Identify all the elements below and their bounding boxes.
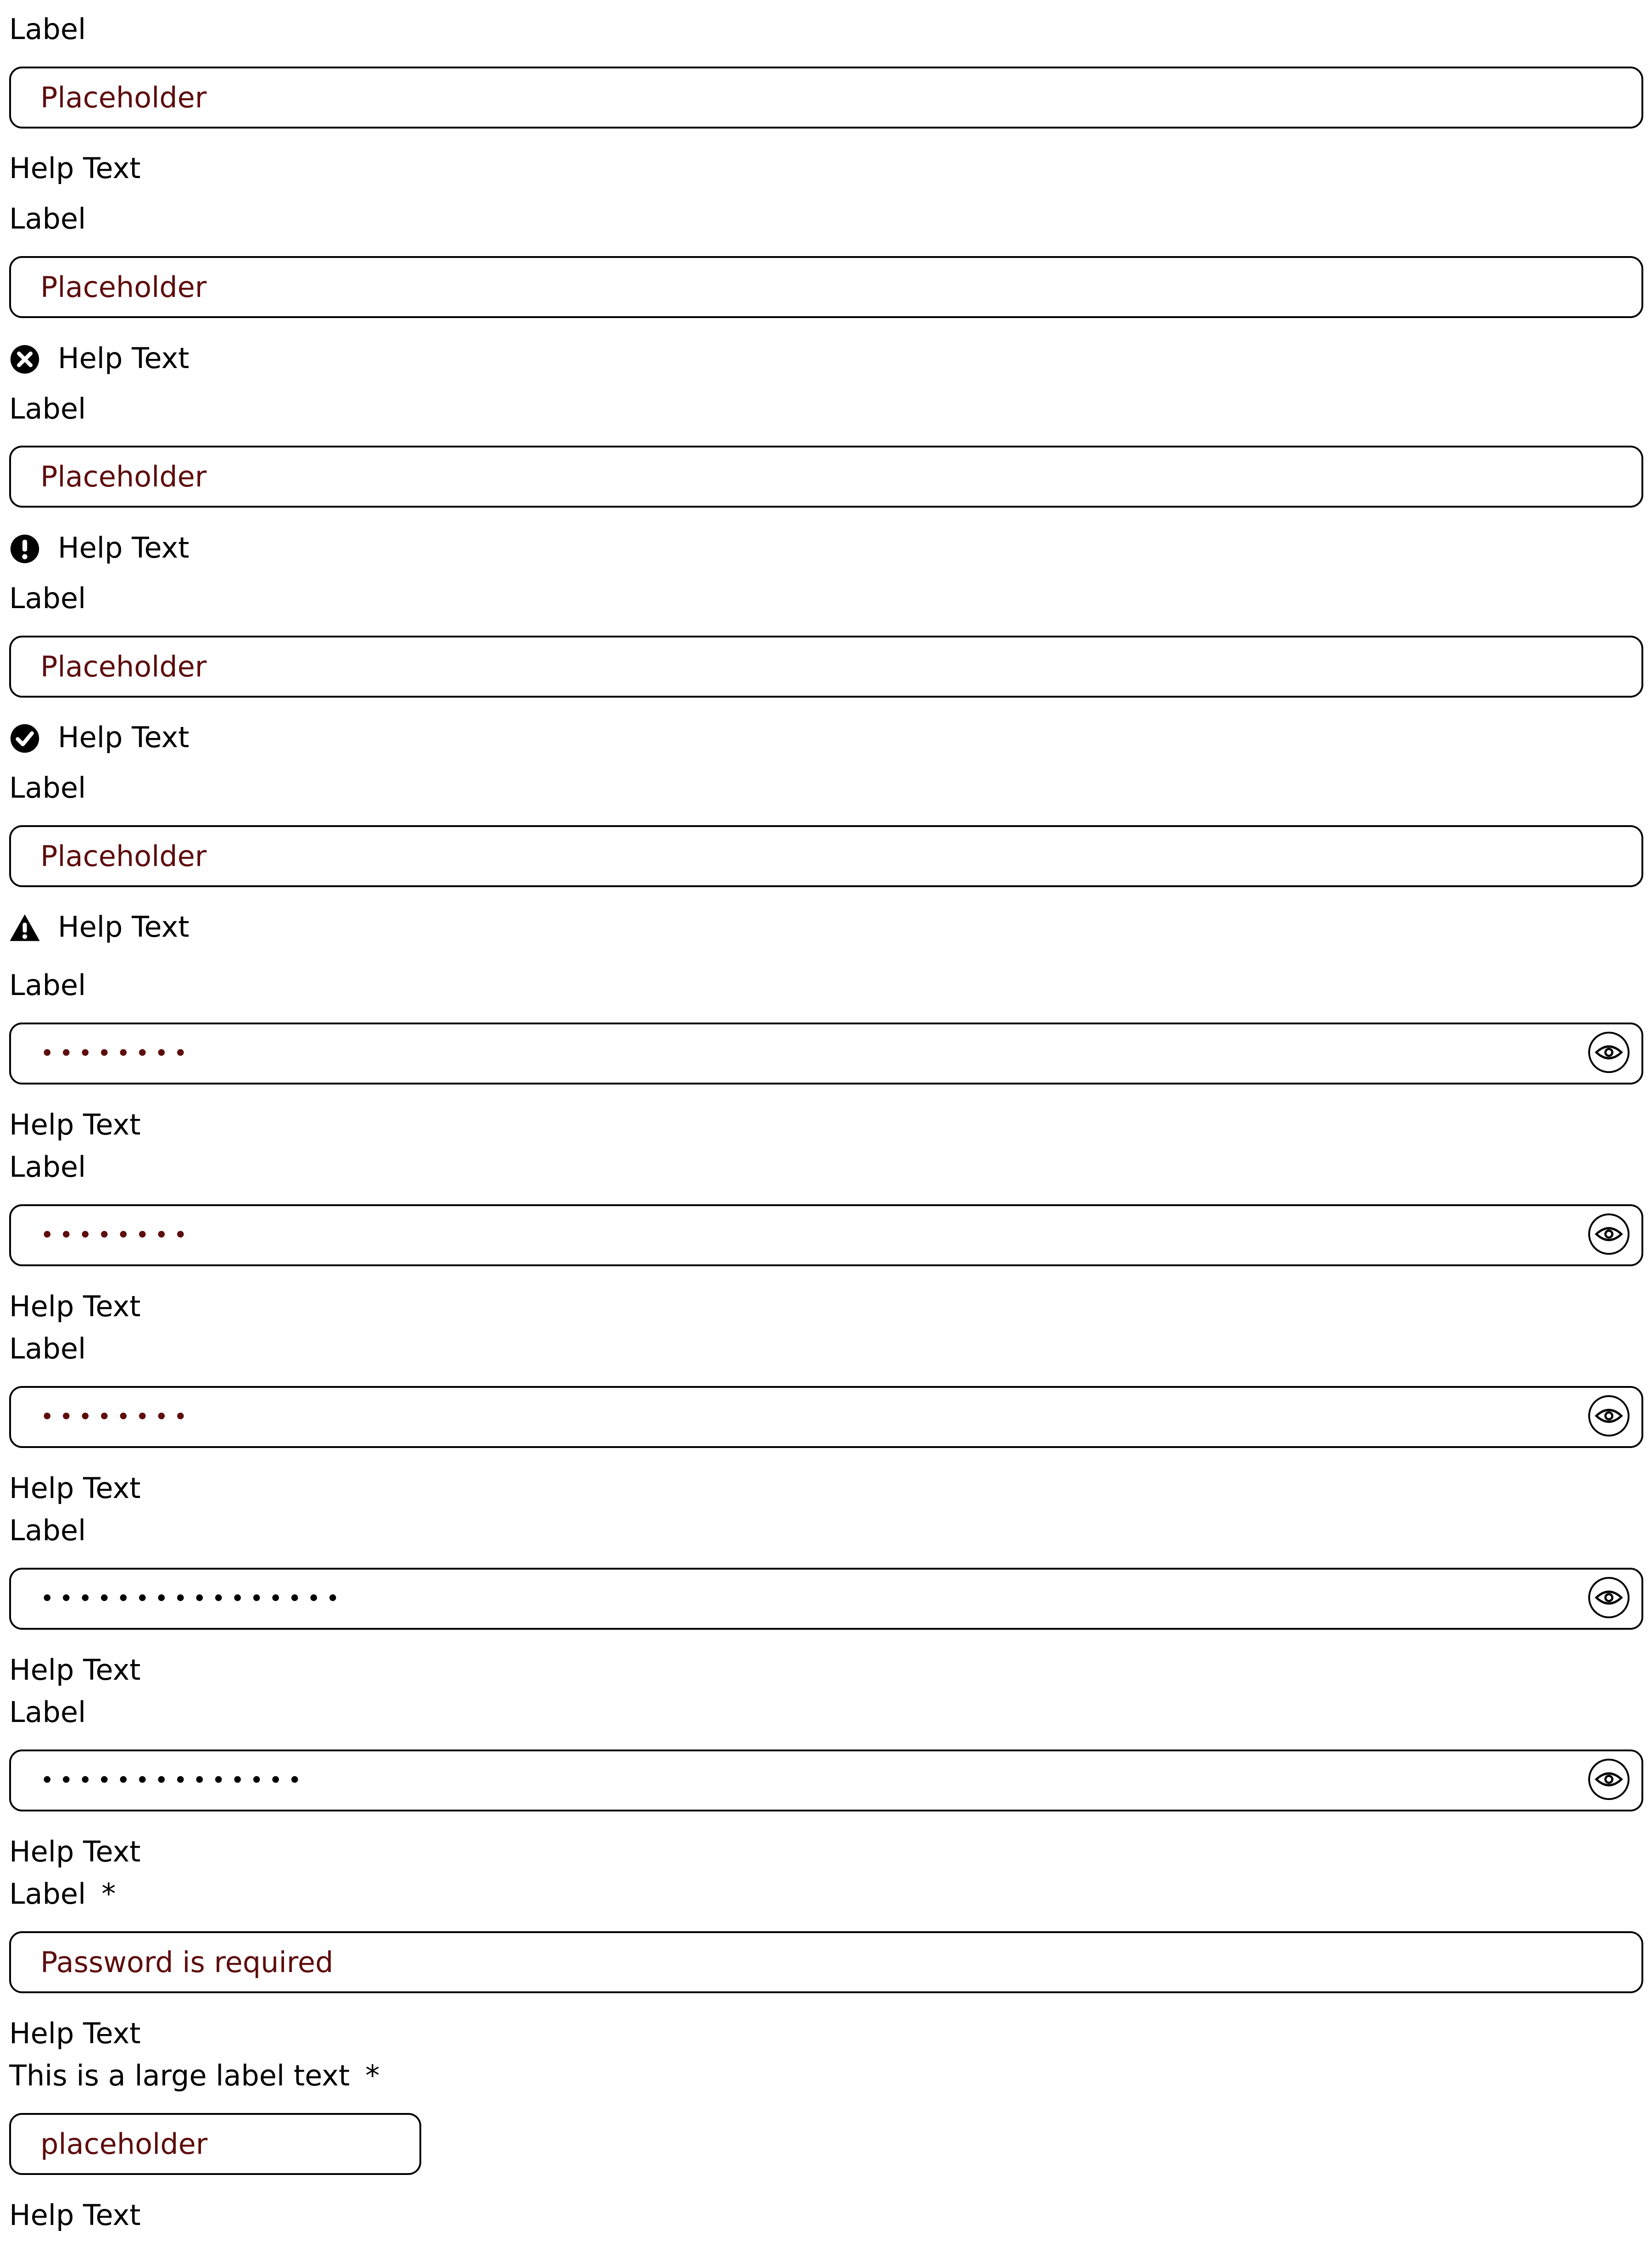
eye-icon[interactable] <box>1588 1577 1630 1618</box>
alert-circle-exclamation-icon <box>10 534 39 564</box>
text-input[interactable]: placeholder <box>9 2113 421 2175</box>
error-circle-x-icon <box>10 345 39 374</box>
password-input[interactable]: •••••••• <box>9 1386 1643 1448</box>
password-value: •••••••• <box>40 1040 193 1067</box>
help-text: Help Text <box>58 341 190 375</box>
help-text: Help Text <box>9 1653 141 1687</box>
help-text: Help Text <box>58 531 190 565</box>
eye-icon[interactable] <box>1588 1759 1630 1800</box>
text-input[interactable]: Placeholder <box>9 67 1643 129</box>
label-text: Label <box>9 1877 86 1911</box>
help-text: Help Text <box>9 2198 141 2232</box>
field-label: Label <box>9 12 86 46</box>
help-text: Help Text <box>9 1290 141 1323</box>
help-text: Help Text <box>58 721 190 754</box>
password-value: •••••••• <box>40 1403 193 1430</box>
field-label: Label <box>9 1332 86 1365</box>
input-placeholder: Placeholder <box>40 650 207 683</box>
eye-icon[interactable] <box>1588 1032 1630 1073</box>
password-value: •••••••••••••••• <box>40 1585 345 1612</box>
help-text: Help Text <box>9 1835 141 1868</box>
help-text: Help Text <box>9 1471 141 1505</box>
text-input[interactable]: Placeholder <box>9 825 1643 887</box>
eye-icon[interactable] <box>1588 1395 1630 1437</box>
password-value: •••••••••••••• <box>40 1767 307 1794</box>
password-input[interactable]: •••••••••••••• <box>9 1750 1643 1811</box>
help-text: Help Text <box>9 2017 141 2050</box>
input-placeholder: Placeholder <box>40 81 207 114</box>
input-placeholder: Placeholder <box>40 839 207 873</box>
field-label: Label <box>9 581 86 615</box>
help-text: Help Text <box>9 151 141 185</box>
help-text: Help Text <box>9 1108 141 1141</box>
help-text: Help Text <box>58 910 190 944</box>
password-value: •••••••• <box>40 1222 193 1248</box>
password-input[interactable]: •••••••••••••••• <box>9 1568 1643 1630</box>
field-label: Label <box>9 771 86 805</box>
text-input[interactable]: Placeholder <box>9 446 1643 508</box>
field-label: Label <box>9 1150 86 1184</box>
field-label: Label <box>9 1695 86 1729</box>
password-input[interactable]: •••••••• <box>9 1023 1643 1084</box>
warning-triangle-icon <box>10 914 40 941</box>
input-placeholder: Password is required <box>40 1945 334 1979</box>
field-label: Label <box>9 202 86 235</box>
eye-icon[interactable] <box>1588 1213 1630 1255</box>
field-label: This is a large label text * <box>9 2057 380 2094</box>
password-input[interactable]: Password is required <box>9 1931 1643 1993</box>
required-mark: * <box>101 1877 116 1911</box>
text-input[interactable]: Placeholder <box>9 636 1643 698</box>
field-label: Label <box>9 968 86 1002</box>
success-circle-check-icon <box>10 724 39 753</box>
password-input[interactable]: •••••••• <box>9 1204 1643 1266</box>
input-placeholder: Placeholder <box>40 270 207 304</box>
field-label: Label * <box>9 1876 116 1912</box>
field-label: Label <box>9 392 86 425</box>
input-placeholder: placeholder <box>40 2127 208 2161</box>
field-label: Label <box>9 1514 86 1547</box>
input-placeholder: Placeholder <box>40 460 207 493</box>
required-mark: * <box>365 2059 380 2092</box>
label-text: This is a large label text <box>9 2059 350 2092</box>
text-input[interactable]: Placeholder <box>9 256 1643 318</box>
